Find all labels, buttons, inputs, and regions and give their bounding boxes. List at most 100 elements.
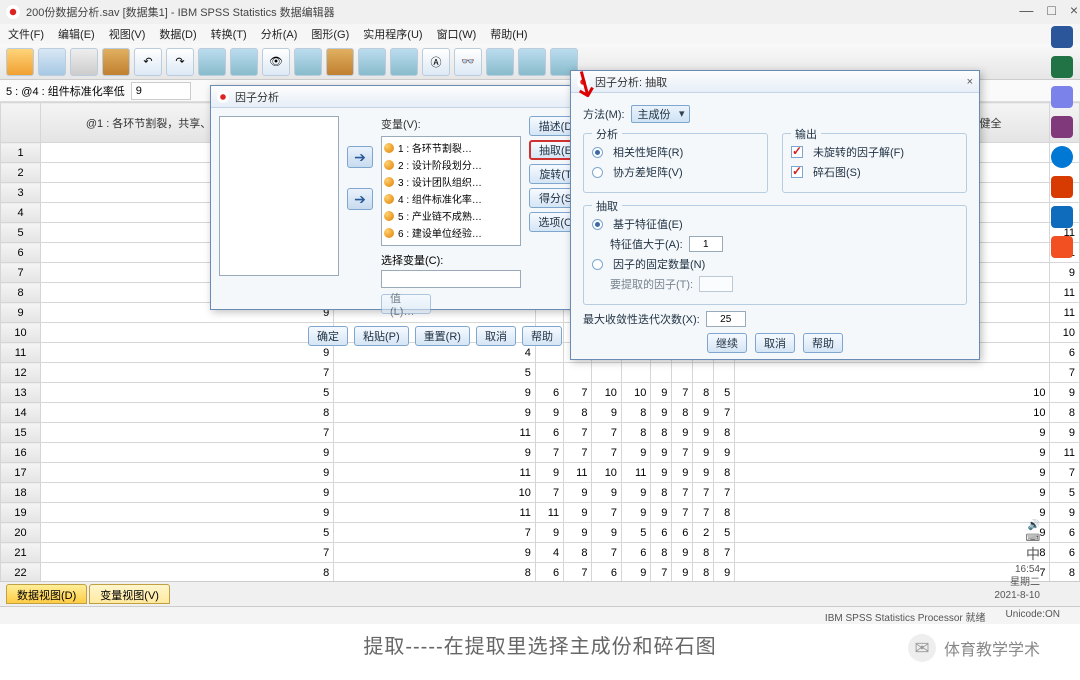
menu-item[interactable]: 窗口(W) — [437, 26, 477, 42]
row-header[interactable]: 12 — [1, 363, 41, 383]
data-cell[interactable]: 8 — [651, 543, 672, 563]
fixed-input[interactable] — [699, 276, 733, 292]
data-cell[interactable]: 7 — [41, 543, 334, 563]
menu-item[interactable]: 转换(T) — [211, 26, 247, 42]
data-cell[interactable]: 9 — [535, 463, 563, 483]
data-cell[interactable]: 7 — [334, 523, 536, 543]
split-icon[interactable] — [326, 48, 354, 76]
cell-value-input[interactable] — [131, 82, 191, 100]
data-cell[interactable]: 10 — [334, 483, 536, 503]
data-cell[interactable]: 11 — [1050, 443, 1080, 463]
data-cell[interactable]: 10 — [735, 403, 1050, 423]
data-cell[interactable]: 9 — [334, 443, 536, 463]
data-cell[interactable]: 9 — [693, 423, 714, 443]
variable-item[interactable]: 7 : 项目设计规划… — [384, 241, 518, 246]
row-header[interactable]: 1 — [1, 143, 41, 163]
data-cell[interactable]: 6 — [1050, 343, 1080, 363]
data-cell[interactable]: 9 — [621, 483, 650, 503]
data-cell[interactable]: 6 — [651, 523, 672, 543]
data-cell[interactable]: 5 — [714, 523, 735, 543]
data-cell[interactable]: 7 — [672, 483, 693, 503]
data-cell[interactable]: 9 — [1050, 263, 1080, 283]
chart-icon[interactable] — [486, 48, 514, 76]
close-button[interactable]: × — [1070, 2, 1078, 18]
data-cell[interactable]: 7 — [1050, 463, 1080, 483]
data-cell[interactable]: 8 — [1050, 403, 1080, 423]
data-cell[interactable]: 9 — [672, 463, 693, 483]
maximize-button[interactable]: □ — [1047, 2, 1055, 18]
row-header[interactable]: 18 — [1, 483, 41, 503]
onenote-icon[interactable] — [1051, 116, 1073, 138]
data-cell[interactable]: 7 — [592, 543, 621, 563]
move-right-button[interactable]: ➔ — [347, 146, 373, 168]
help-button[interactable]: 帮助 — [803, 333, 843, 353]
data-cell[interactable] — [535, 363, 563, 383]
eigen-radio[interactable] — [592, 219, 603, 230]
help-button[interactable]: 帮助 — [522, 326, 562, 346]
data-cell[interactable]: 9 — [693, 443, 714, 463]
data-cell[interactable]: 7 — [535, 483, 563, 503]
data-cell[interactable]: 6 — [621, 543, 650, 563]
data-cell[interactable]: 8 — [334, 563, 536, 583]
data-cell[interactable]: 7 — [672, 383, 693, 403]
row-header[interactable]: 10 — [1, 323, 41, 343]
data-cell[interactable]: 7 — [651, 563, 672, 583]
data-cell[interactable]: 9 — [714, 443, 735, 463]
data-cell[interactable]: 7 — [564, 443, 592, 463]
data-cell[interactable]: 7 — [564, 563, 592, 583]
data-cell[interactable]: 7 — [714, 403, 735, 423]
vars-icon[interactable] — [230, 48, 258, 76]
data-cell[interactable]: 6 — [1050, 543, 1080, 563]
cancel-button[interactable]: 取消 — [476, 326, 516, 346]
source-var-list[interactable] — [219, 116, 339, 276]
cancel-button[interactable]: 取消 — [755, 333, 795, 353]
data-cell[interactable]: 11 — [535, 503, 563, 523]
data-cell[interactable]: 8 — [621, 403, 650, 423]
weight-icon[interactable] — [358, 48, 386, 76]
data-cell[interactable]: 8 — [564, 543, 592, 563]
dialog-extraction[interactable]: 因子分析: 抽取 × 方法(M): 主成份 分析 相关性矩阵(R) 协方差矩阵(… — [570, 70, 980, 360]
data-cell[interactable]: 6 — [535, 423, 563, 443]
data-cell[interactable] — [735, 363, 1050, 383]
data-cell[interactable]: 8 — [693, 383, 714, 403]
data-cell[interactable]: 9 — [564, 483, 592, 503]
data-cell[interactable]: 9 — [735, 483, 1050, 503]
data-cell[interactable]: 5 — [1050, 483, 1080, 503]
data-cell[interactable]: 7 — [714, 543, 735, 563]
data-cell[interactable]: 8 — [714, 463, 735, 483]
value-labels-icon[interactable]: Ⓐ — [422, 48, 450, 76]
data-cell[interactable]: 4 — [535, 543, 563, 563]
data-cell[interactable]: 8 — [41, 563, 334, 583]
data-cell[interactable]: 2 — [693, 523, 714, 543]
paste-button[interactable]: 粘贴(P) — [354, 326, 409, 346]
undo-icon[interactable]: ↶ — [134, 48, 162, 76]
app-icon[interactable] — [1051, 206, 1073, 228]
row-header[interactable]: 22 — [1, 563, 41, 583]
tab-data-view[interactable]: 数据视图(D) — [6, 584, 87, 604]
data-cell[interactable]: 7 — [41, 423, 334, 443]
minimize-button[interactable]: — — [1019, 2, 1033, 18]
data-cell[interactable]: 7 — [672, 443, 693, 463]
data-cell[interactable]: 5 — [41, 383, 334, 403]
row-header[interactable]: 20 — [1, 523, 41, 543]
variable-item[interactable]: 2 : 设计阶段划分… — [384, 156, 518, 173]
menu-item[interactable]: 编辑(E) — [58, 26, 95, 42]
row-header[interactable]: 5 — [1, 223, 41, 243]
data-cell[interactable]: 7 — [1050, 363, 1080, 383]
data-cell[interactable]: 9 — [651, 443, 672, 463]
scree-check[interactable] — [791, 166, 803, 178]
data-cell[interactable]: 7 — [535, 443, 563, 463]
data-cell[interactable]: 11 — [334, 503, 536, 523]
data-cell[interactable]: 8 — [714, 503, 735, 523]
data-cell[interactable]: 8 — [1050, 563, 1080, 583]
data-cell[interactable]: 8 — [714, 423, 735, 443]
menu-item[interactable]: 文件(F) — [8, 26, 44, 42]
find-icon[interactable]: 👁 — [262, 48, 290, 76]
data-cell[interactable]: 7 — [672, 503, 693, 523]
data-cell[interactable]: 9 — [1050, 383, 1080, 403]
data-cell[interactable]: 10 — [592, 383, 621, 403]
data-cell[interactable]: 7 — [41, 363, 334, 383]
data-cell[interactable] — [672, 363, 693, 383]
continue-button[interactable]: 继续 — [707, 333, 747, 353]
binoc-icon[interactable]: 👓 — [454, 48, 482, 76]
